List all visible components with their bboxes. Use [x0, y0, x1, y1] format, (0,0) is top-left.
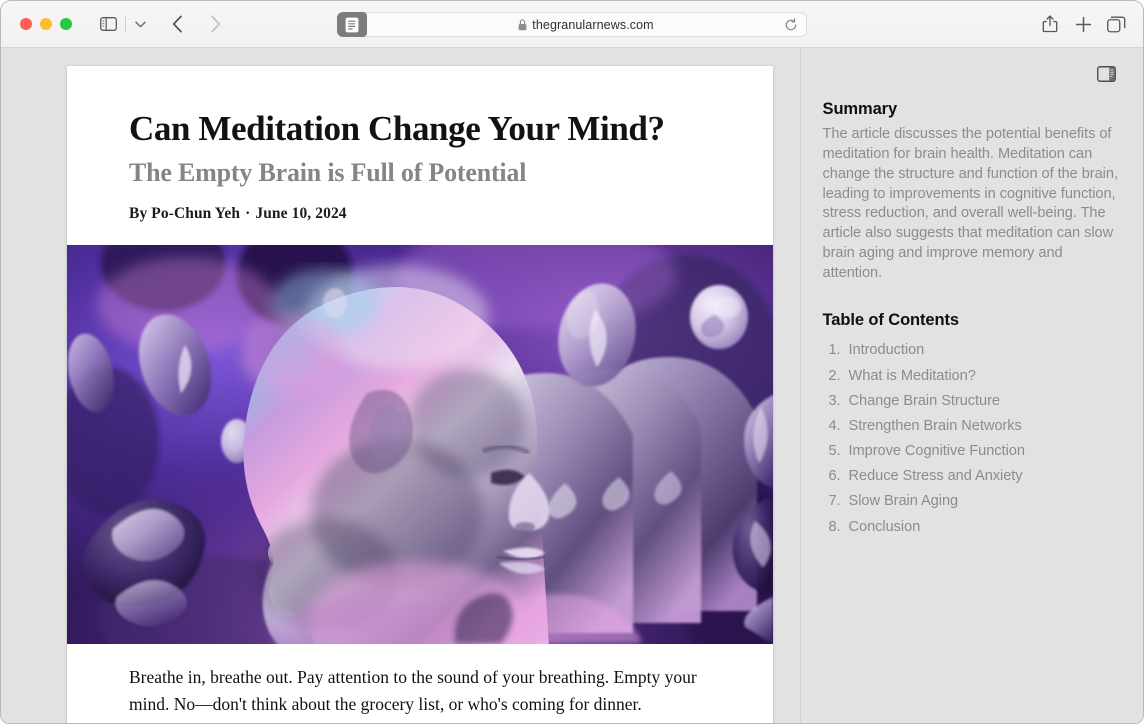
lock-icon: [518, 18, 527, 30]
toc-label: Improve Cognitive Function: [848, 443, 1025, 460]
back-chevron-icon: [172, 15, 182, 33]
toolbar-actions: [1035, 11, 1131, 37]
reader-mode-button[interactable]: [337, 12, 367, 37]
chevron-down-icon: [134, 21, 146, 27]
article-header: Can Meditation Change Your Mind? The Emp…: [67, 66, 773, 223]
toc-label: Reduce Stress and Anxiety: [848, 468, 1023, 485]
toc-label: Strengthen Brain Networks: [848, 417, 1022, 434]
url-display: thegranularnews.com: [518, 17, 654, 32]
browser-window: thegranularnews.com Can Meditation Chang…: [0, 0, 1144, 724]
back-button[interactable]: [162, 11, 192, 37]
plus-icon: [1075, 16, 1091, 32]
toc-number: 5.: [828, 443, 841, 460]
article-body-text: Breathe in, breathe out. Pay attention t…: [129, 667, 697, 715]
article-byline: By Po-Chun Yeh · June 10, 2024: [129, 205, 711, 223]
window-traffic-lights: [20, 18, 72, 30]
table-of-contents-heading: Table of Contents: [822, 310, 960, 329]
toc-label: Slow Brain Aging: [848, 493, 959, 510]
toc-number: 6.: [828, 468, 841, 485]
toc-item-8[interactable]: 8. Conclusion: [823, 514, 1121, 539]
close-window-button[interactable]: [20, 18, 32, 30]
toc-number: 4.: [828, 417, 841, 434]
sidebar-toggle-row: [823, 48, 1121, 86]
reader-sidebar-toggle-button[interactable]: [1093, 62, 1119, 86]
reload-button[interactable]: [783, 17, 799, 33]
article-title: Can Meditation Change Your Mind?: [129, 109, 665, 148]
forward-chevron-icon: [210, 15, 220, 33]
hero-illustration: [67, 245, 773, 645]
toc-label: Introduction: [848, 342, 925, 359]
article-hero-image: [67, 245, 773, 645]
share-button[interactable]: [1035, 11, 1065, 37]
address-bar-area: thegranularnews.com: [337, 12, 807, 37]
minimize-window-button[interactable]: [40, 18, 52, 30]
article-subtitle: The Empty Brain is Full of Potential: [129, 157, 527, 187]
reader-sidebar-pane: Summary The article discusses the potent…: [799, 48, 1143, 723]
navigation-controls: [93, 11, 230, 37]
toc-number: 7.: [828, 493, 841, 510]
tab-overview-icon: [1106, 16, 1125, 32]
toc-item-3[interactable]: 3. Change Brain Structure: [823, 388, 1121, 413]
share-icon: [1042, 15, 1058, 33]
article-card: Can Meditation Change Your Mind? The Emp…: [67, 66, 773, 723]
browser-toolbar: thegranularnews.com: [1, 1, 1143, 48]
browser-content: Can Meditation Change Your Mind? The Emp…: [1, 48, 1143, 723]
summary-text: The article discusses the potential bene…: [822, 126, 1118, 281]
tab-overview-button[interactable]: [1101, 11, 1131, 37]
toc-number: 2.: [828, 367, 841, 384]
reader-mode-icon: [345, 17, 359, 32]
sidebar-toggle-button[interactable]: [93, 11, 123, 37]
toc-number: 1.: [828, 342, 841, 359]
reader-article-pane: Can Meditation Change Your Mind? The Emp…: [1, 48, 800, 723]
toc-item-7[interactable]: 7. Slow Brain Aging: [823, 489, 1121, 514]
toc-item-5[interactable]: 5. Improve Cognitive Function: [823, 439, 1121, 464]
byline-date: June 10, 2024: [255, 205, 347, 223]
toc-number: 3.: [828, 392, 841, 409]
toc-label: Change Brain Structure: [848, 392, 1000, 409]
toc-item-1[interactable]: 1. Introduction: [823, 338, 1121, 363]
toc-item-4[interactable]: 4. Strengthen Brain Networks: [823, 413, 1121, 438]
summary-heading: Summary: [822, 100, 898, 118]
toc-item-2[interactable]: 2. What is Meditation?: [823, 363, 1121, 388]
forward-button[interactable]: [200, 11, 230, 37]
reload-icon: [785, 17, 797, 30]
url-input[interactable]: thegranularnews.com: [361, 12, 807, 37]
sidebar-options-button[interactable]: [128, 11, 152, 37]
byline-author: By Po-Chun Yeh: [129, 205, 241, 223]
url-text: thegranularnews.com: [532, 17, 654, 32]
zoom-window-button[interactable]: [60, 18, 72, 30]
toc-label: What is Meditation?: [848, 367, 976, 384]
new-tab-button[interactable]: [1068, 11, 1098, 37]
sidebar-icon: [99, 17, 117, 31]
toc-item-6[interactable]: 6. Reduce Stress and Anxiety: [823, 464, 1121, 489]
sidebar-toggle-icon: [1096, 66, 1116, 82]
byline-separator: ·: [245, 205, 251, 223]
toolbar-divider: [125, 16, 126, 32]
table-of-contents-list: 1. Introduction 2. What is Meditation? 3…: [823, 338, 1121, 540]
toc-label: Conclusion: [848, 518, 921, 535]
toc-number: 8.: [828, 518, 841, 535]
